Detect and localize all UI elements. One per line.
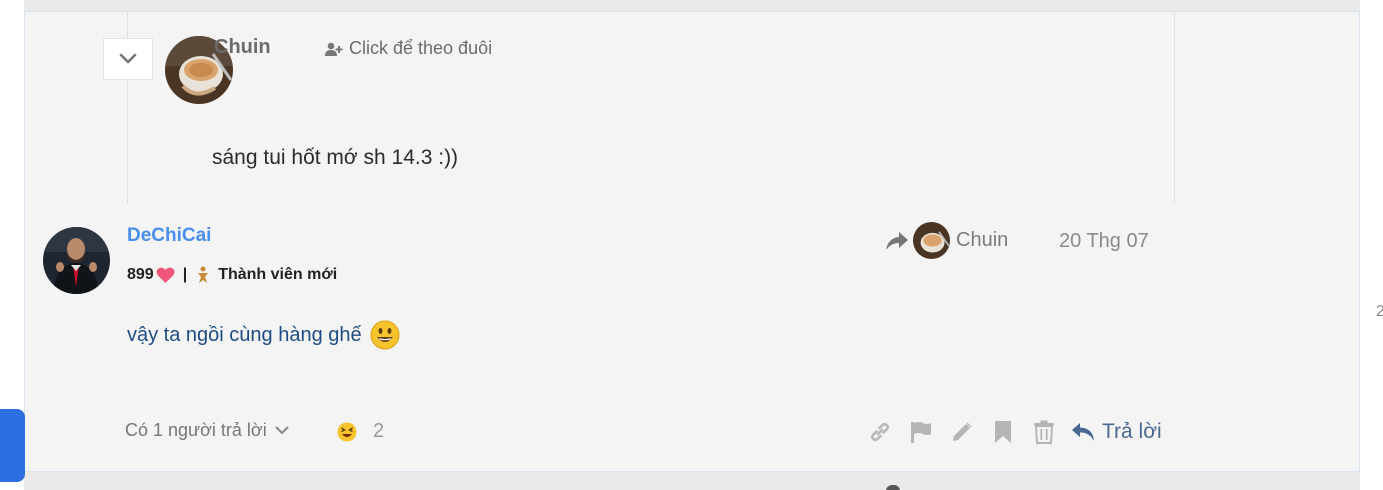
user-plus-icon [325, 42, 343, 56]
reaction-count: 2 [373, 420, 385, 442]
bookmark-icon[interactable] [989, 418, 1017, 446]
edge-marker: 2 [1376, 303, 1383, 320]
replies-toggle[interactable]: Có 1 người trả lời [125, 420, 289, 441]
previous-post-footer [24, 0, 1360, 12]
meta-divider: | [182, 266, 188, 283]
author-avatar[interactable] [43, 227, 110, 294]
side-panel-tab[interactable] [0, 409, 25, 482]
chevron-down-icon [275, 426, 289, 435]
reply-to-name: Chuin [956, 229, 1009, 251]
post-body: vậy ta ngồi cùng hàng ghế [127, 320, 400, 350]
smiley-emoji-icon [370, 320, 400, 350]
reply-to-link[interactable]: Chuin [886, 222, 1008, 259]
reaction-summary[interactable]: 2 [337, 420, 384, 443]
flag-icon[interactable] [907, 418, 935, 446]
author-meta: 899 | Thành viên mới [127, 266, 337, 284]
next-post-marker [886, 485, 900, 490]
member-rank: Thành viên mới [218, 266, 338, 283]
chevron-down-icon [119, 53, 137, 64]
post-text: vậy ta ngồi cùng hàng ghế [127, 323, 362, 346]
next-post-header [24, 471, 1360, 490]
share-arrow-icon [886, 231, 908, 250]
replies-label: Có 1 người trả lời [125, 420, 267, 440]
quoted-author-name[interactable]: Chuin [214, 36, 271, 59]
member-badge-icon [198, 266, 209, 283]
reply-icon [1072, 423, 1094, 441]
laughing-emoji-icon [337, 422, 357, 441]
collapse-quote-button[interactable] [103, 38, 153, 80]
reply-to-avatar [913, 222, 950, 259]
quoted-text: sáng tui hốt mớ sh 14.3 :)) [212, 146, 459, 169]
quoted-post [127, 12, 1175, 204]
author-name[interactable]: DeChiCai [127, 225, 211, 247]
trash-icon[interactable] [1030, 418, 1058, 446]
post-date[interactable]: 20 Thg 07 [1059, 230, 1149, 253]
link-icon[interactable] [866, 418, 894, 446]
post-actions: Trả lời [866, 418, 1162, 446]
pencil-icon[interactable] [948, 418, 976, 446]
follow-label: Click để theo đuôi [349, 38, 493, 58]
reply-button-label: Trả lời [1102, 420, 1162, 443]
follow-link[interactable]: Click để theo đuôi [325, 38, 492, 59]
reply-button[interactable]: Trả lời [1071, 420, 1162, 444]
reputation-points: 899 [127, 266, 154, 283]
heart-icon [156, 267, 175, 283]
